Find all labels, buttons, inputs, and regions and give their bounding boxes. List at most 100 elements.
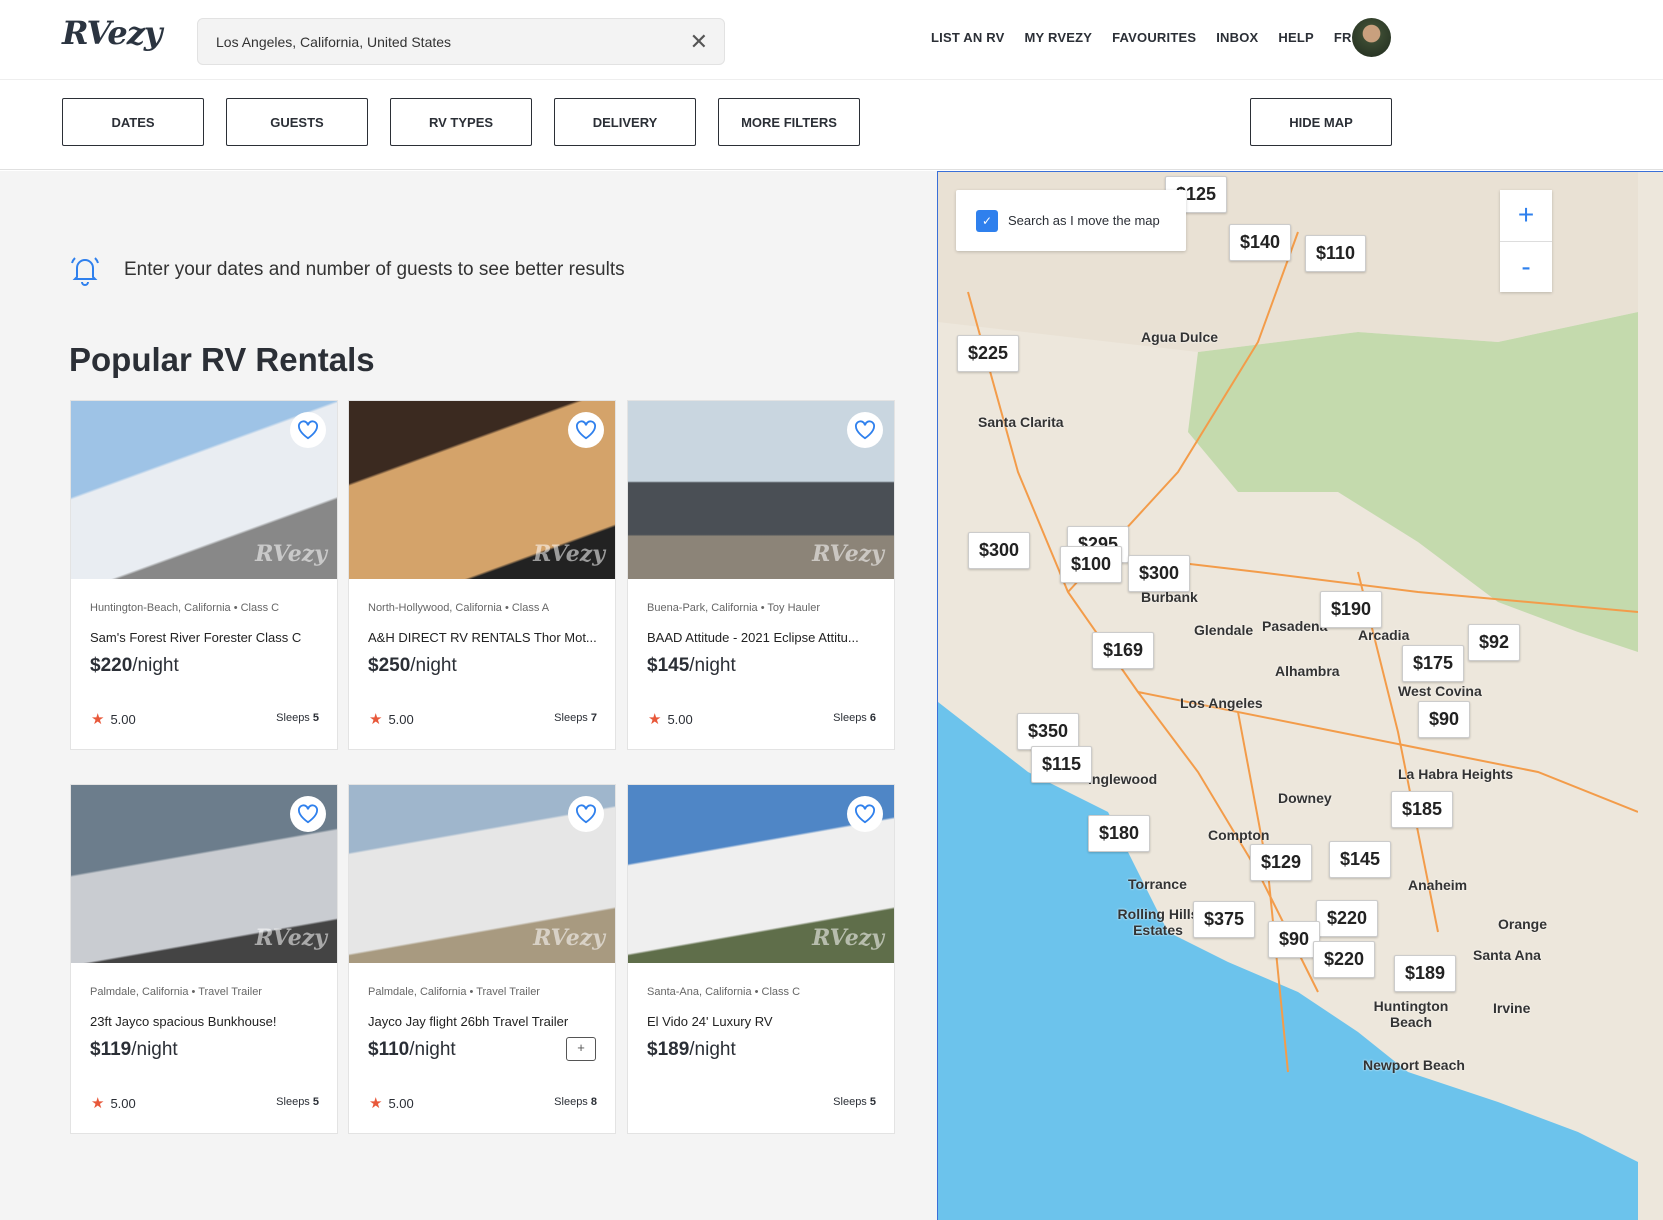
- rating-value: 5.00: [388, 712, 413, 727]
- listing-rating: ★5.00: [369, 1094, 414, 1112]
- listing-location: Santa-Ana, California • Class C: [647, 986, 800, 998]
- rv-photo[interactable]: RVezy: [628, 401, 894, 579]
- sleeps-label: Sleeps: [833, 712, 867, 724]
- guests-filter-button[interactable]: GUESTS: [226, 98, 368, 146]
- listing-name[interactable]: 23ft Jayco spacious Bunkhouse!: [90, 1014, 325, 1029]
- listing-name[interactable]: Jayco Jay flight 26bh Travel Trailer: [368, 1014, 603, 1029]
- rv-listing-card[interactable]: RVezy Palmdale, California • Travel Trai…: [70, 784, 338, 1134]
- nav-favourites[interactable]: FAVOURITES: [1112, 30, 1196, 45]
- map-place-label: Santa Clarita: [978, 414, 1064, 430]
- rv-photo[interactable]: RVezy: [71, 401, 337, 579]
- sleeps-value: 7: [591, 712, 597, 724]
- star-icon: ★: [369, 710, 382, 728]
- nav-inbox[interactable]: INBOX: [1216, 30, 1258, 45]
- favourite-heart-icon[interactable]: [568, 412, 604, 448]
- price-marker[interactable]: $92: [1468, 624, 1520, 661]
- listing-price: $189/night: [647, 1039, 736, 1061]
- price-marker[interactable]: $175: [1402, 645, 1464, 682]
- sleeps-label: Sleeps: [276, 712, 310, 724]
- price-marker[interactable]: $180: [1088, 815, 1150, 852]
- sleeps-value: 5: [313, 1096, 319, 1108]
- per-night-label: /night: [409, 1039, 455, 1060]
- listing-location: North-Hollywood, California • Class A: [368, 602, 549, 614]
- user-avatar[interactable]: [1352, 18, 1391, 57]
- rv-photo[interactable]: RVezy: [349, 401, 615, 579]
- rv-photo[interactable]: RVezy: [628, 785, 894, 963]
- favourite-heart-icon[interactable]: [290, 412, 326, 448]
- rv-types-filter-button[interactable]: RV TYPES: [390, 98, 532, 146]
- price-marker[interactable]: $220: [1313, 941, 1375, 978]
- nav-my-rvezy[interactable]: MY RVEZY: [1025, 30, 1093, 45]
- sleeps-count: Sleeps 5: [833, 1096, 876, 1108]
- rv-listing-card[interactable]: RVezy Palmdale, California • Travel Trai…: [348, 784, 616, 1134]
- nav-language-fr[interactable]: FR: [1334, 30, 1352, 45]
- price-marker[interactable]: $190: [1320, 591, 1382, 628]
- rvezy-watermark: RVezy: [255, 541, 327, 567]
- nav-help[interactable]: HELP: [1278, 30, 1313, 45]
- price-marker[interactable]: $350: [1017, 713, 1079, 750]
- map-place-label: Compton: [1208, 827, 1269, 843]
- listing-rating: ★5.00: [91, 1094, 136, 1112]
- nav-list-an-rv[interactable]: LIST AN RV: [931, 30, 1005, 45]
- price-marker[interactable]: $189: [1394, 955, 1456, 992]
- rv-photo[interactable]: RVezy: [349, 785, 615, 963]
- per-night-label: /night: [131, 1039, 177, 1060]
- price-marker[interactable]: $90: [1418, 701, 1470, 738]
- favourite-heart-icon[interactable]: [290, 796, 326, 832]
- price-marker[interactable]: $300: [1128, 555, 1190, 592]
- price-marker[interactable]: $169: [1092, 632, 1154, 669]
- rvezy-logo[interactable]: RVezy: [62, 14, 161, 52]
- listing-price: $250/night: [368, 655, 457, 677]
- rv-listing-card[interactable]: RVezy Buena-Park, California • Toy Haule…: [627, 400, 895, 750]
- rv-listing-card[interactable]: RVezy North-Hollywood, California • Clas…: [348, 400, 616, 750]
- listing-name[interactable]: A&H DIRECT RV RENTALS Thor Mot...: [368, 630, 603, 645]
- checkbox-checked-icon[interactable]: ✓: [976, 210, 998, 232]
- rvezy-watermark: RVezy: [812, 541, 884, 567]
- rvezy-watermark: RVezy: [533, 541, 605, 567]
- star-icon: ★: [91, 1094, 104, 1112]
- rating-value: 5.00: [667, 712, 692, 727]
- map[interactable]: Santa ClaritaAgua DulceBurbankGlendalePa…: [937, 171, 1663, 1220]
- listing-location: Huntington-Beach, California • Class C: [90, 602, 279, 614]
- map-place-label: Glendale: [1194, 622, 1253, 638]
- price-marker[interactable]: $300: [968, 532, 1030, 569]
- map-place-label: Agua Dulce: [1141, 329, 1218, 345]
- rv-listing-card[interactable]: RVezy Huntington-Beach, California • Cla…: [70, 400, 338, 750]
- price-marker[interactable]: $185: [1391, 791, 1453, 828]
- listing-location: Palmdale, California • Travel Trailer: [368, 986, 540, 998]
- price-marker[interactable]: $375: [1193, 901, 1255, 938]
- dates-filter-button[interactable]: DATES: [62, 98, 204, 146]
- map-place-label: Pasadena: [1262, 618, 1327, 634]
- location-search-input[interactable]: Los Angeles, California, United States ✕: [197, 18, 725, 65]
- price-marker[interactable]: $145: [1329, 841, 1391, 878]
- listing-price: $220/night: [90, 655, 179, 677]
- clear-search-icon[interactable]: ✕: [690, 29, 708, 55]
- rvezy-watermark: RVezy: [255, 925, 327, 951]
- rv-photo[interactable]: RVezy: [71, 785, 337, 963]
- favourite-heart-icon[interactable]: [847, 412, 883, 448]
- map-place-label: Orange: [1498, 916, 1547, 932]
- more-filters-button[interactable]: MORE FILTERS: [718, 98, 860, 146]
- price-marker[interactable]: $110: [1305, 235, 1366, 272]
- favourite-heart-icon[interactable]: [568, 796, 604, 832]
- hide-map-button[interactable]: HIDE MAP: [1250, 98, 1392, 146]
- price-marker[interactable]: $225: [957, 335, 1019, 372]
- sleeps-count: Sleeps 5: [276, 712, 319, 724]
- listing-name[interactable]: El Vido 24' Luxury RV: [647, 1014, 882, 1029]
- rv-listing-card[interactable]: RVezy Santa-Ana, California • Class C El…: [627, 784, 895, 1134]
- price-marker[interactable]: $129: [1250, 844, 1312, 881]
- sleeps-value: 8: [591, 1096, 597, 1108]
- price-marker[interactable]: $140: [1229, 224, 1291, 261]
- price-marker[interactable]: $115: [1031, 746, 1092, 783]
- delivery-filter-button[interactable]: DELIVERY: [554, 98, 696, 146]
- zoom-out-button[interactable]: -: [1500, 242, 1552, 293]
- per-night-label: /night: [689, 655, 735, 676]
- price-marker[interactable]: $100: [1060, 546, 1122, 583]
- zoom-in-button[interactable]: +: [1500, 190, 1552, 242]
- listing-name[interactable]: BAAD Attitude - 2021 Eclipse Attitu...: [647, 630, 882, 645]
- search-as-move-toggle[interactable]: ✓ Search as I move the map: [956, 190, 1186, 251]
- price-marker[interactable]: $220: [1316, 900, 1378, 937]
- favourite-heart-icon[interactable]: [847, 796, 883, 832]
- price-value: $250: [368, 655, 410, 676]
- listing-name[interactable]: Sam's Forest River Forester Class C: [90, 630, 325, 645]
